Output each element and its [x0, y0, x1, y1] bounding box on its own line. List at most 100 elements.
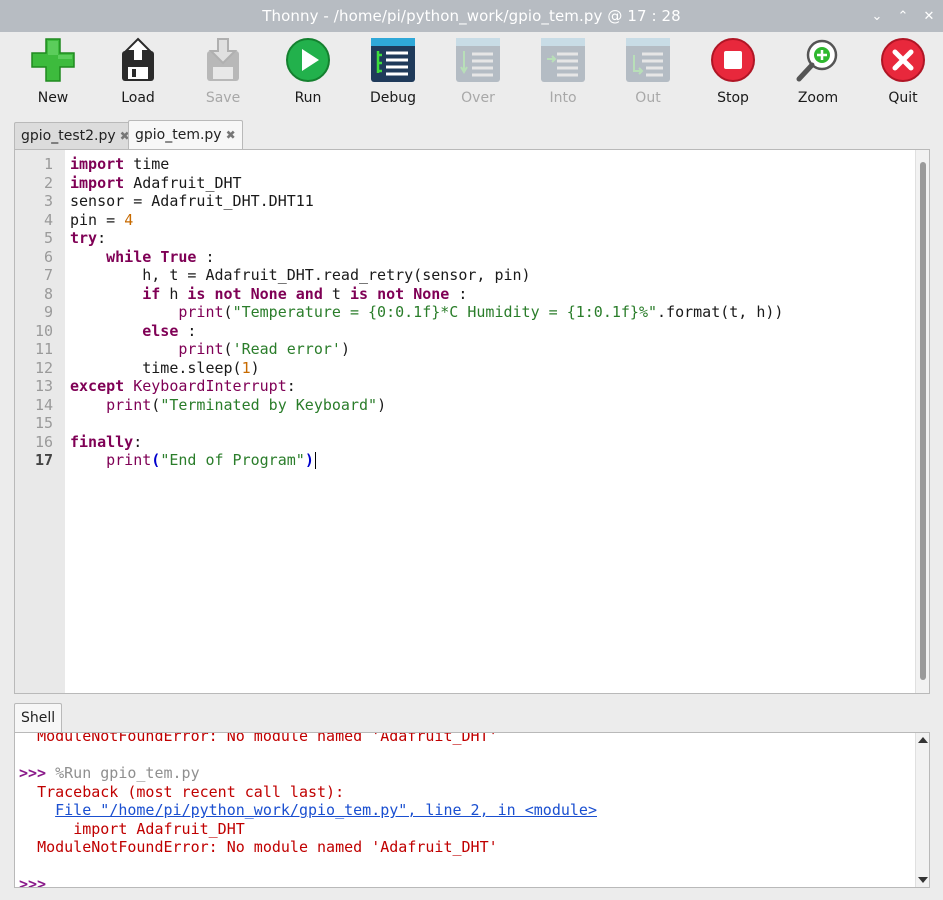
shell-output[interactable]: ModuleNotFoundError: No module named 'Ad… [19, 732, 913, 888]
chevron-down-icon[interactable]: ⌄ [871, 9, 883, 24]
toolbar: New Load Save Run Debug Over Into Out St… [0, 32, 943, 118]
step-out-icon [624, 36, 672, 84]
line-number: 2 [43, 173, 53, 192]
text-cursor [314, 452, 317, 469]
tab-shell[interactable]: Shell [14, 703, 63, 732]
editor-tabs: gpio_test2.py ✖ gpio_tem.py ✖ [0, 120, 943, 149]
code-line[interactable]: sensor = Adafruit_DHT.DHT11 [70, 192, 913, 211]
line-number: 10 [34, 321, 53, 340]
into-label: Into [549, 90, 577, 106]
code-editor[interactable]: 1 2 3 4 5 6 7 8 9 10 11 12 13 14 15 16 17 import time imp… [14, 149, 930, 694]
quit-label: Quit [888, 90, 918, 106]
stop-icon [709, 36, 757, 84]
line-number: 1 [43, 155, 53, 173]
line-number: 17 [34, 451, 53, 469]
code-line[interactable]: print("Terminated by Keyboard") [70, 396, 913, 415]
line-number: 12 [34, 358, 53, 377]
close-icon[interactable]: ✕ [923, 9, 935, 24]
line-number: 4 [43, 210, 53, 229]
line-number: 7 [43, 266, 53, 284]
tab-gpio-tem[interactable]: gpio_tem.py ✖ [128, 120, 243, 149]
line-number: 6 [43, 247, 53, 266]
stop-label: Stop [717, 90, 749, 106]
line-number: 16 [34, 432, 53, 451]
step-out-button[interactable]: Out [613, 36, 683, 112]
code-line[interactable]: except KeyboardInterrupt: [70, 377, 913, 396]
shell-scrollbar[interactable] [915, 733, 929, 887]
quit-icon [879, 36, 927, 84]
window-controls: ⌄ ⌃ ✕ [871, 0, 935, 32]
shell-line: File "/home/pi/python_work/gpio_tem.py",… [19, 801, 913, 820]
stop-button[interactable]: Stop [698, 36, 768, 112]
tab-gpio-test2[interactable]: gpio_test2.py ✖ [14, 122, 137, 149]
code-line[interactable]: print("End of Program") [70, 451, 913, 470]
debug-label: Debug [369, 90, 417, 106]
scroll-down-icon[interactable] [918, 877, 928, 883]
code-line[interactable]: while True : [70, 248, 913, 267]
line-number: 9 [43, 303, 53, 321]
run-button[interactable]: Run [273, 36, 343, 112]
new-label: New [37, 90, 69, 106]
load-button[interactable]: Load [103, 36, 173, 112]
zoom-icon [794, 36, 842, 84]
line-number: 14 [34, 395, 53, 414]
editor-scrollbar[interactable] [915, 150, 929, 693]
line-number-gutter: 1 2 3 4 5 6 7 8 9 10 11 12 13 14 15 16 17 [15, 150, 65, 693]
code-line[interactable]: else : [70, 322, 913, 341]
shell-line: >>> %Run gpio_tem.py [19, 764, 200, 782]
shell-line: >>> [19, 875, 47, 888]
step-into-button[interactable]: Into [528, 36, 598, 112]
zoom-button[interactable]: Zoom [783, 36, 853, 112]
run-label: Run [294, 90, 322, 106]
window-title: Thonny - /home/pi/python_work/gpio_tem.p… [262, 7, 681, 25]
line-number: 5 [43, 229, 53, 247]
code-line[interactable]: try: [70, 229, 913, 248]
step-into-icon [539, 36, 587, 84]
line-number: 11 [34, 340, 53, 358]
code-line[interactable]: h, t = Adafruit_DHT.read_retry(sensor, p… [70, 266, 913, 285]
save-button[interactable]: Save [188, 36, 258, 112]
line-number: 13 [34, 377, 53, 395]
quit-button[interactable]: Quit [868, 36, 938, 112]
code-area[interactable]: import time import Adafruit_DHT sensor = A… [70, 155, 913, 470]
code-line[interactable]: import Adafruit_DHT [70, 174, 913, 193]
zoom-label: Zoom [797, 90, 839, 106]
shell-line: ModuleNotFoundError: No module named 'Ad… [37, 732, 498, 745]
new-button[interactable]: New [18, 36, 88, 112]
code-line[interactable]: finally: [70, 433, 913, 452]
close-tab-icon[interactable]: ✖ [226, 128, 236, 142]
shell-line: Traceback (most recent call last): [37, 782, 345, 801]
save-file-icon [199, 36, 247, 84]
line-number: 8 [43, 284, 53, 303]
code-line[interactable]: print('Read error') [70, 340, 913, 359]
shell-line: import Adafruit_DHT [73, 819, 245, 838]
code-line[interactable] [70, 414, 913, 433]
code-line[interactable]: if h is not None and t is not None : [70, 285, 913, 304]
code-line[interactable]: import time [70, 155, 913, 174]
shell-line: ModuleNotFoundError: No module named 'Ad… [37, 838, 498, 856]
code-line[interactable]: time.sleep(1) [70, 359, 913, 378]
debug-icon [369, 36, 417, 84]
code-line[interactable]: print("Temperature = {0:0.1f}*C Humidity… [70, 303, 913, 322]
step-over-button[interactable]: Over [443, 36, 513, 112]
title-bar: Thonny - /home/pi/python_work/gpio_tem.p… [0, 0, 943, 32]
out-label: Out [635, 90, 661, 106]
tab-label: gpio_test2.py [21, 128, 116, 144]
line-number: 15 [34, 414, 53, 432]
chevron-up-icon[interactable]: ⌃ [897, 9, 909, 24]
traceback-link[interactable]: File "/home/pi/python_work/gpio_tem.py",… [55, 801, 597, 819]
scrollbar-thumb[interactable] [919, 747, 927, 871]
load-label: Load [121, 90, 155, 106]
scroll-up-icon[interactable] [918, 737, 928, 743]
code-line[interactable]: pin = 4 [70, 211, 913, 230]
save-label: Save [205, 90, 241, 106]
line-number: 3 [43, 192, 53, 210]
run-icon [284, 36, 332, 84]
shell-panel[interactable]: ModuleNotFoundError: No module named 'Ad… [14, 732, 930, 888]
scrollbar-thumb[interactable] [920, 162, 926, 680]
debug-button[interactable]: Debug [358, 36, 428, 112]
new-file-icon [29, 36, 77, 84]
shell-tab-label: Shell [21, 710, 56, 726]
